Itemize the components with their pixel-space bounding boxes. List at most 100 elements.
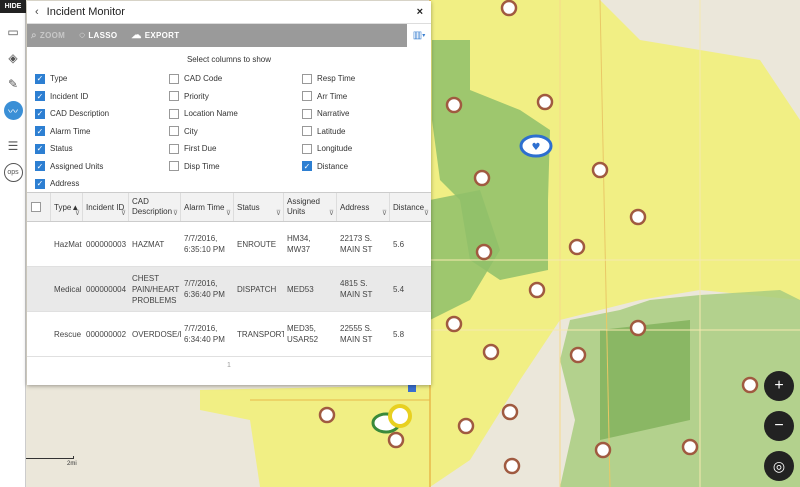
column-option[interactable]: Resp Time [302, 70, 355, 88]
cell-id: 000000003 [86, 239, 127, 249]
column-option[interactable]: First Due [169, 140, 238, 158]
table-row[interactable]: Medical 000000004 CHEST PAIN/HEART PROBLEM… [27, 267, 431, 312]
checkbox-checked[interactable]: ✓ [35, 91, 45, 102]
cell-type: Medical [54, 284, 82, 294]
column-option[interactable]: Location Name [169, 105, 238, 123]
column-option[interactable]: ✓ Alarm Time [35, 123, 109, 141]
locate-button[interactable]: ◎ [764, 451, 794, 481]
checkbox-unchecked[interactable] [169, 161, 179, 172]
column-option[interactable]: ✓ Type [35, 70, 109, 88]
panel-title: Incident Monitor [46, 6, 125, 18]
zoom-in-button[interactable]: + [764, 371, 794, 401]
filter-icon[interactable]: ⊽ [173, 209, 178, 219]
cloud-download-icon: ☁ [131, 30, 142, 41]
column-selector: Select columns to show ✓ Type ✓ Incident ID… [27, 47, 431, 193]
filter-icon[interactable]: ⊽ [75, 209, 80, 219]
checkbox-unchecked[interactable] [169, 108, 179, 119]
checkbox-checked[interactable]: ✓ [35, 161, 45, 172]
close-icon[interactable]: × [417, 6, 423, 18]
checkbox-unchecked[interactable] [302, 91, 312, 102]
header-type[interactable]: Type▲ ⊽ [51, 193, 83, 221]
incident-table: Type▲ ⊽ Incident ID ⊽ CAD Description ⊽ Ala… [27, 193, 431, 357]
column-option[interactable]: Disp Time [169, 158, 238, 176]
column-option[interactable]: ✓ Incident ID [35, 88, 109, 106]
header-incident-id-label: Incident ID [86, 203, 125, 212]
filter-icon[interactable]: ⊽ [276, 209, 281, 219]
column-option[interactable]: City [169, 123, 238, 141]
column-option[interactable]: Arr Time [302, 88, 355, 106]
column-option[interactable]: ✓ Distance [302, 158, 355, 176]
header-address[interactable]: Address ⊽ [337, 193, 390, 221]
column-option-label: Type [50, 74, 68, 84]
cell-distance: 5.8 [393, 329, 405, 339]
column-option[interactable]: ✓ CAD Description [35, 105, 109, 123]
header-assigned-units[interactable]: Assigned Units ⊽ [284, 193, 337, 221]
checkbox-unchecked[interactable] [302, 73, 312, 84]
cell-units: HM34, MW37 [287, 234, 311, 254]
filter-icon[interactable]: ⊽ [329, 209, 334, 219]
column-option[interactable]: ✓ Address [35, 175, 109, 193]
hide-button[interactable]: HIDE [0, 0, 26, 13]
export-button[interactable]: ☁ EXPORT [131, 30, 179, 41]
column-option[interactable]: Longitude [302, 140, 355, 158]
cell-id: 000000002 [86, 329, 127, 339]
cell-status: DISPATCH [237, 284, 277, 294]
header-alarm-time[interactable]: Alarm Time ⊽ [181, 193, 234, 221]
page-indicator[interactable]: 1 [27, 362, 431, 369]
ops-button[interactable]: ops [0, 159, 26, 185]
checkbox-unchecked[interactable] [302, 143, 312, 154]
column-chooser-button[interactable]: ▥ ▾ [407, 24, 431, 47]
panel-header: ‹ Incident Monitor × [27, 1, 431, 24]
checkbox-checked[interactable]: ✓ [35, 126, 45, 137]
zoom-button[interactable]: ⌕ ZOOM [31, 30, 65, 41]
column-option[interactable]: CAD Code [169, 70, 238, 88]
analytics-icon[interactable]: 〰 [0, 97, 26, 123]
checkbox-unchecked[interactable] [169, 73, 179, 84]
column-option-label: Disp Time [184, 161, 220, 171]
comment-icon[interactable]: ▭ [0, 19, 26, 45]
checkbox-checked[interactable]: ✓ [35, 178, 45, 189]
column-option[interactable]: Latitude [302, 123, 355, 141]
column-option[interactable]: Priority [169, 88, 238, 106]
column-option[interactable]: Narrative [302, 105, 355, 123]
header-cad-description[interactable]: CAD Description ⊽ [129, 193, 181, 221]
checkbox-checked[interactable]: ✓ [35, 108, 45, 119]
header-status[interactable]: Status ⊽ [234, 193, 284, 221]
checkbox-unchecked[interactable] [169, 143, 179, 154]
ops-label: ops [3, 162, 23, 182]
lasso-button[interactable]: ◌ LASSO [79, 30, 117, 41]
table-row[interactable]: HazMat 000000003 HAZMAT 7/7/2016, 6:35:10 P… [27, 222, 431, 267]
checkbox-unchecked[interactable] [169, 126, 179, 137]
filter-icon[interactable]: ⊽ [226, 209, 231, 219]
zoom-label: ZOOM [39, 31, 66, 40]
checkbox-unchecked[interactable] [169, 91, 179, 102]
header-incident-id[interactable]: Incident ID ⊽ [83, 193, 129, 221]
filter-icon[interactable]: ⊽ [424, 209, 429, 219]
checkbox-unchecked[interactable] [302, 108, 312, 119]
table-row[interactable]: Rescue 000000002 OVERDOSE/PO7/7/2016, 6:34… [27, 312, 431, 357]
checkbox-checked[interactable]: ✓ [302, 161, 312, 172]
zoom-icon: ⌕ [31, 30, 37, 41]
column-option[interactable]: ✓ Assigned Units [35, 158, 109, 176]
layers-icon[interactable]: ◈ [0, 45, 26, 71]
cell-status: TRANSPORT [237, 329, 284, 339]
lasso-icon: ◌ [79, 30, 86, 41]
column-option-label: CAD Code [184, 74, 223, 84]
header-status-label: Status [237, 203, 260, 212]
list-icon[interactable]: ☰ [0, 133, 26, 159]
back-chevron-icon[interactable]: ‹ [35, 6, 39, 18]
checkbox-checked[interactable]: ✓ [35, 143, 45, 154]
scale-end-label: 2mi [67, 461, 77, 467]
column-option-label: Priority [184, 91, 209, 101]
row-select-cell [27, 312, 51, 356]
filter-icon[interactable]: ⊽ [382, 209, 387, 219]
select-all-checkbox[interactable] [31, 202, 41, 212]
checkbox-unchecked[interactable] [302, 126, 312, 137]
zoom-out-button[interactable]: − [764, 411, 794, 441]
pencil-icon[interactable]: ✎ [0, 71, 26, 97]
header-distance[interactable]: Distance ⊽ [390, 193, 431, 221]
column-option[interactable]: ✓ Status [35, 140, 109, 158]
filter-icon[interactable]: ⊽ [121, 209, 126, 219]
left-toolbar: HIDE ▭ ◈ ✎ 〰 ☰ ops [0, 0, 26, 487]
checkbox-checked[interactable]: ✓ [35, 73, 45, 84]
